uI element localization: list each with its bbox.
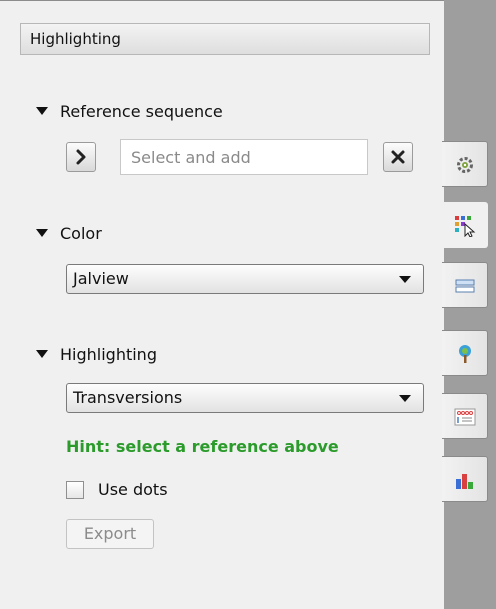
hint-text: Hint: select a reference above (66, 437, 339, 456)
reference-sequence-input[interactable] (120, 139, 368, 175)
use-dots-checkbox[interactable] (66, 481, 84, 499)
use-dots-label[interactable]: Use dots (98, 478, 168, 502)
bar-chart-icon (456, 474, 473, 489)
color-toggle[interactable]: Color (36, 222, 102, 246)
collapse-triangle-icon (36, 350, 48, 358)
highlighting-toggle[interactable]: Highlighting (36, 343, 157, 367)
export-button[interactable]: Export (66, 519, 154, 549)
tab-color-picker[interactable] (442, 202, 488, 248)
clear-reference-button[interactable] (383, 142, 413, 172)
tab-settings[interactable] (442, 141, 488, 187)
layout-icon (455, 279, 475, 293)
highlighting-select[interactable]: Transversions (66, 383, 424, 413)
tree-icon (459, 345, 471, 363)
highlighting-panel: Highlighting Reference sequence Color Ja… (0, 0, 444, 609)
tab-layout[interactable] (442, 262, 488, 308)
highlighting-value: Transversions (73, 388, 183, 407)
panel-header: Highlighting (20, 23, 430, 55)
collapse-triangle-icon (36, 107, 48, 115)
dropdown-arrow-icon (399, 395, 411, 402)
color-picker-icon (455, 216, 476, 237)
dropdown-arrow-icon (399, 276, 411, 283)
top-divider (0, 0, 444, 1)
color-scheme-value: Jalview (73, 269, 129, 288)
close-icon (391, 150, 405, 164)
tab-tree[interactable] (442, 330, 488, 376)
matrix-icon (454, 408, 476, 426)
color-title: Color (60, 224, 102, 243)
color-scheme-select[interactable]: Jalview (66, 264, 424, 294)
tab-matrix[interactable] (442, 393, 488, 439)
chevron-right-icon (76, 149, 86, 165)
add-reference-button[interactable] (66, 142, 96, 172)
settings-icon (457, 157, 473, 173)
highlighting-title: Highlighting (60, 345, 157, 364)
tab-bar-chart[interactable] (442, 456, 488, 502)
collapse-triangle-icon (36, 229, 48, 237)
reference-sequence-toggle[interactable]: Reference sequence (36, 100, 223, 124)
reference-sequence-title: Reference sequence (60, 102, 223, 121)
